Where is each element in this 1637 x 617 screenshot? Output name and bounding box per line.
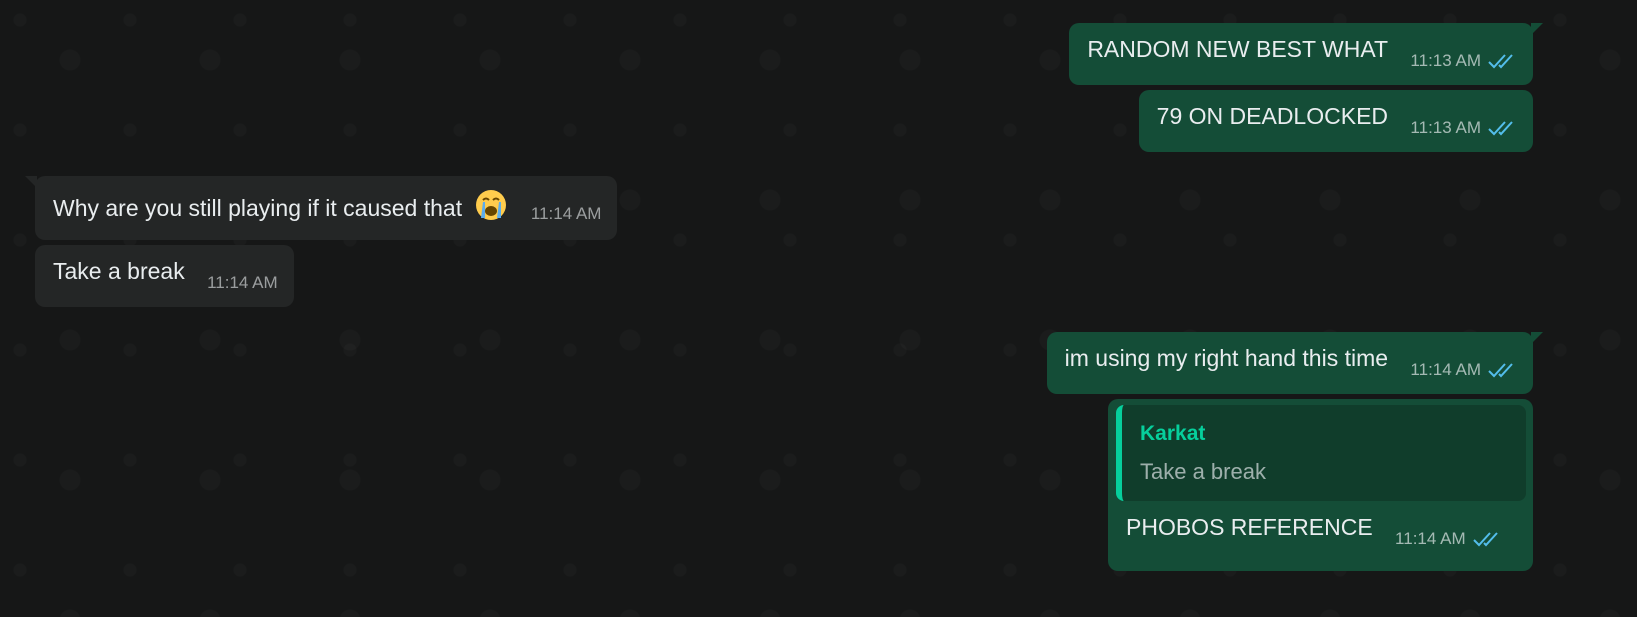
read-receipt-icon bbox=[1487, 52, 1517, 70]
message-time: 11:13 AM bbox=[1410, 51, 1481, 70]
bubble-tail bbox=[25, 176, 37, 188]
message-time: 11:14 AM bbox=[1410, 360, 1481, 379]
read-receipt-icon bbox=[1472, 530, 1502, 548]
read-receipt-icon bbox=[1487, 361, 1517, 379]
bubble-tail bbox=[1531, 332, 1543, 344]
message-time: 11:14 AM bbox=[530, 204, 602, 223]
bubble-tail bbox=[1531, 23, 1543, 35]
message-text: Why are you still playing if it caused t… bbox=[53, 188, 508, 222]
message-meta: 11:14 AM bbox=[207, 269, 278, 297]
message-text: Take a break bbox=[53, 258, 185, 284]
message-meta: 11:13 AM bbox=[1410, 114, 1517, 142]
message-bubble-incoming[interactable]: Why are you still playing if it caused t… bbox=[25, 176, 618, 240]
message-meta: 11:14 AM bbox=[1395, 525, 1502, 553]
message-text: RANDOM NEW BEST WHAT bbox=[1087, 36, 1389, 62]
message-bubble-outgoing[interactable]: 79 ON DEADLOCKED 11:13 AM bbox=[1138, 90, 1533, 152]
message-meta: 11:14 AM bbox=[1410, 356, 1517, 384]
message-meta: 11:13 AM bbox=[1410, 47, 1517, 75]
message-bubble-incoming[interactable]: Take a break 11:14 AM bbox=[35, 245, 294, 307]
message-text: im using my right hand this time bbox=[1064, 345, 1389, 371]
message-time: 11:13 AM bbox=[1410, 118, 1481, 137]
message-bubble-outgoing-reply[interactable]: Karkat Take a break PHOBOS REFERENCE 11:… bbox=[1108, 399, 1533, 571]
message-text-content: Why are you still playing if it caused t… bbox=[53, 195, 463, 221]
message-text: PHOBOS REFERENCE bbox=[1126, 514, 1373, 540]
message-meta: 11:14 AM bbox=[531, 200, 602, 228]
quoted-message-text: Take a break bbox=[1140, 459, 1266, 484]
quoted-message[interactable]: Karkat Take a break bbox=[1116, 405, 1526, 501]
message-bubble-outgoing[interactable]: im using my right hand this time 11:14 A… bbox=[1046, 332, 1543, 394]
message-bubble-outgoing[interactable]: RANDOM NEW BEST WHAT 11:13 AM bbox=[1069, 23, 1543, 85]
chat-area[interactable]: RANDOM NEW BEST WHAT 11:13 AM 79 ON DEAD… bbox=[0, 0, 1637, 617]
quoted-message-author: Karkat bbox=[1140, 422, 1206, 445]
message-time: 11:14 AM bbox=[1395, 529, 1466, 548]
loudly-crying-face-icon bbox=[474, 188, 508, 222]
message-text: 79 ON DEADLOCKED bbox=[1156, 103, 1389, 129]
read-receipt-icon bbox=[1487, 119, 1517, 137]
message-time: 11:14 AM bbox=[207, 273, 278, 292]
message-body: PHOBOS REFERENCE 11:14 AM bbox=[1116, 513, 1525, 548]
